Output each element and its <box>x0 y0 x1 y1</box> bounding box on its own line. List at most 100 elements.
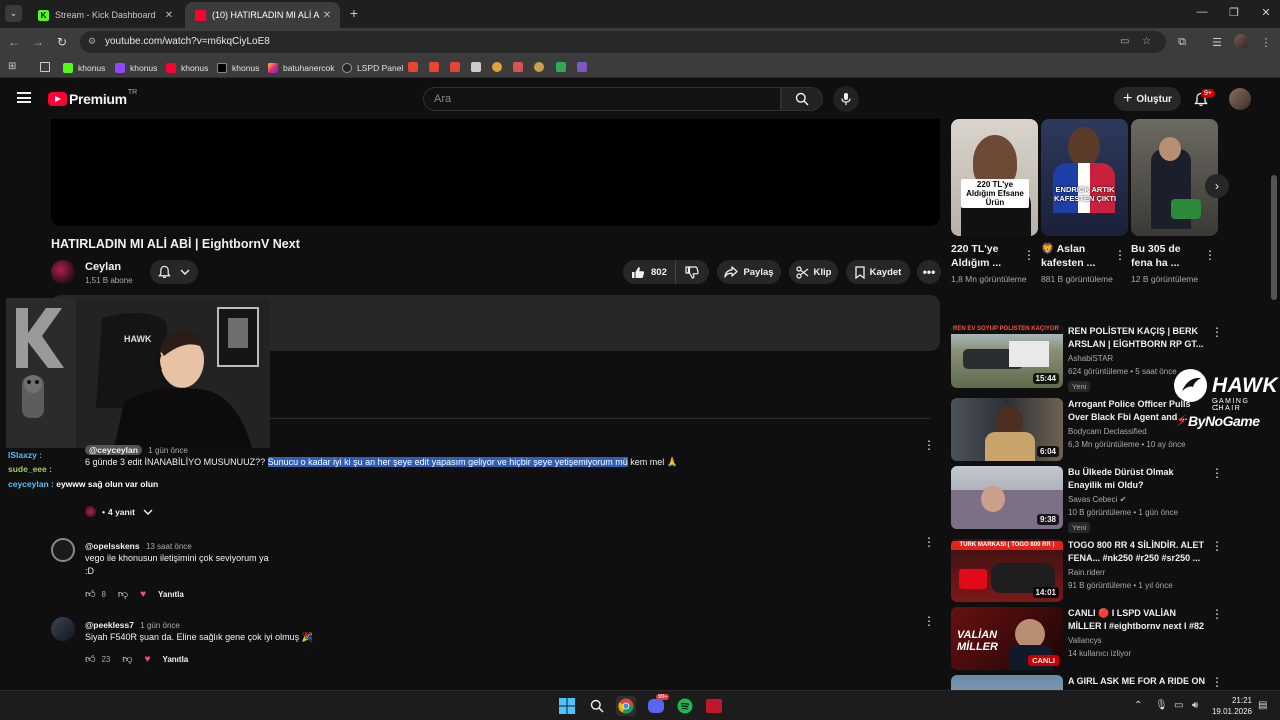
taskbar-search-button[interactable] <box>587 696 607 716</box>
commenter-avatar[interactable] <box>51 617 75 641</box>
video-thumbnail[interactable] <box>951 675 1063 690</box>
shorts-next-button[interactable]: › <box>1205 174 1229 198</box>
video-player[interactable] <box>51 119 940 226</box>
shorts-title[interactable]: Bu 305 de fena ha ... <box>1131 242 1203 270</box>
volume-icon[interactable]: 🔊︎ <box>1192 700 1198 711</box>
shorts-thumbnail[interactable] <box>1131 119 1218 236</box>
comment-like-button[interactable]: 👍︎ 23 <box>85 653 110 665</box>
share-button[interactable]: Paylaş <box>717 260 781 284</box>
video-channel[interactable]: Savas Cebeci ✔ <box>1068 494 1208 506</box>
system-clock[interactable]: 21:21 19.01.2026 <box>1208 695 1252 717</box>
video-thumbnail[interactable]: REN EV SOYUP POLİSTEN KAÇIYOR 15:44 <box>951 325 1063 388</box>
video-title[interactable]: A GIRL ASK ME FOR A RIDE ON <box>1068 675 1208 688</box>
document-icon[interactable] <box>471 62 481 72</box>
start-button[interactable] <box>557 696 577 716</box>
taskbar-chrome[interactable] <box>616 696 636 716</box>
page-scrollbar[interactable] <box>1271 175 1277 300</box>
taskbar-app[interactable] <box>704 696 724 716</box>
shorts-menu-icon[interactable]: ⋮ <box>1204 248 1216 262</box>
dislike-button[interactable] <box>676 265 709 279</box>
comment-menu-icon[interactable]: ⋮ <box>923 614 935 628</box>
bookmark-icon[interactable] <box>492 62 502 72</box>
reload-button[interactable]: ↻ <box>54 34 70 50</box>
shorts-thumbnail[interactable]: ENDRICK ARTIK KAFESTEN ÇIKTI <box>1041 119 1128 236</box>
tab-search-button[interactable]: ⌄ <box>5 5 22 22</box>
video-thumbnail[interactable]: VALİAN MİLLER CANLI <box>951 607 1063 670</box>
search-button[interactable] <box>781 87 823 111</box>
close-icon[interactable]: ✕ <box>320 8 334 22</box>
gmail-icon[interactable] <box>429 62 439 72</box>
more-actions-button[interactable]: ••• <box>917 260 941 284</box>
notification-center-icon[interactable]: ▤ <box>1258 700 1267 711</box>
bookmark-khonus-kick[interactable]: khonus <box>63 61 105 74</box>
microphone-icon[interactable]: 🎙︎ <box>1155 700 1168 711</box>
bookmark-khonus-twitch[interactable]: khonus <box>115 61 157 74</box>
comment-dislike-button[interactable]: 👎︎ <box>122 653 132 665</box>
commenter-avatar[interactable] <box>51 538 75 562</box>
recommended-video[interactable]: A GIRL ASK ME FOR A RIDE ON ⋮ <box>951 675 1221 690</box>
extensions-icon[interactable]: ⧉ <box>1175 35 1189 49</box>
bookmark-star-icon[interactable]: ☆ <box>1142 36 1154 48</box>
taskbar-spotify[interactable] <box>675 696 695 716</box>
comment-dislike-button[interactable]: 👎︎ <box>118 588 128 600</box>
reading-list-icon[interactable]: ☰ <box>1210 35 1224 49</box>
back-button[interactable]: ← <box>6 34 22 50</box>
reply-button[interactable]: Yanıtla <box>162 655 188 664</box>
close-icon[interactable]: ✕ <box>162 8 176 22</box>
youtube-premium-logo[interactable]: Premium TR <box>48 89 137 107</box>
save-button[interactable]: Kaydet <box>846 260 910 284</box>
address-bar[interactable]: ⚙ youtube.com/watch?v=m6kqCiyLoE8 ▭ ☆ <box>80 31 1166 53</box>
window-close-button[interactable]: ✕ <box>1256 6 1276 19</box>
browser-menu-icon[interactable]: ⋮ <box>1259 35 1273 49</box>
account-avatar[interactable] <box>1229 88 1251 110</box>
video-channel[interactable]: Rain.riderr <box>1068 567 1208 579</box>
comment-time[interactable]: 1 gün önce <box>140 621 180 630</box>
restore-button[interactable]: ❐ <box>1224 6 1244 19</box>
video-thumbnail[interactable]: TÜRK MARKASI ( TOGO 800 RR ) 14:01 <box>951 539 1063 602</box>
bookmark-khonus-youtube[interactable]: khonus <box>166 61 208 74</box>
video-title[interactable]: Bu Ülkede Dürüst Olmak Enayilik mi Oldu? <box>1068 466 1208 492</box>
shorts-menu-icon[interactable]: ⋮ <box>1023 248 1035 262</box>
video-thumbnail[interactable]: 9:38 <box>951 466 1063 529</box>
reply-button[interactable]: Yanıtla <box>158 590 184 599</box>
video-channel[interactable]: Valiancys <box>1068 635 1208 647</box>
menu-icon[interactable] <box>17 92 31 103</box>
comment-time[interactable]: 1 gün önce <box>148 446 188 455</box>
like-button[interactable]: 802 <box>623 260 676 284</box>
comment-handle[interactable]: @opelsskens <box>85 541 140 551</box>
replies-toggle[interactable]: • 4 yanıt <box>85 506 153 517</box>
bookmark-icon[interactable] <box>534 62 544 72</box>
recommended-video[interactable]: 6:04 Arrogant Police Officer Pulls Over … <box>951 398 1223 462</box>
tray-overflow-icon[interactable]: ⌃ <box>1134 700 1142 711</box>
forward-button[interactable]: → <box>30 34 46 50</box>
folder-icon[interactable] <box>40 62 50 72</box>
comment-handle[interactable]: @peekless7 <box>85 620 134 630</box>
recommended-video[interactable]: VALİAN MİLLER CANLI CANLI 🔴 I LSPD VALİA… <box>951 607 1223 671</box>
video-title[interactable]: REN POLİSTEN KAÇIŞ | BERK ARSLAN | EİGHT… <box>1068 325 1208 351</box>
taskbar-discord[interactable]: 99+ <box>646 694 670 716</box>
channel-name[interactable]: Ceylan <box>85 261 121 273</box>
comment-menu-icon[interactable]: ⋮ <box>923 535 935 549</box>
clip-button[interactable]: Klip <box>789 260 838 284</box>
site-info-icon[interactable]: ⚙ <box>88 36 100 48</box>
channel-avatar[interactable] <box>51 260 75 284</box>
browser-tab-youtube[interactable]: (10) HATIRLADIN MI ALİ ABİ | E ✕ <box>185 2 340 28</box>
browser-profile-avatar[interactable] <box>1234 34 1249 49</box>
video-menu-icon[interactable]: ⋮ <box>1211 466 1223 480</box>
comment-like-button[interactable]: 👍︎ 8 <box>85 588 106 600</box>
shorts-thumbnail[interactable]: 220 TL'ye Aldığım Efsane Ürün <box>951 119 1038 236</box>
display-icon[interactable]: ▭ <box>1174 700 1183 711</box>
shorts-menu-icon[interactable]: ⋮ <box>1114 248 1126 262</box>
video-title[interactable]: TOGO 800 RR 4 SİLİNDİR. ALET FENA... #nk… <box>1068 539 1208 565</box>
search-input[interactable] <box>434 93 764 105</box>
gmail-icon[interactable] <box>450 62 460 72</box>
create-button[interactable]: + Oluştur <box>1114 87 1181 111</box>
bookmark-khonus-x[interactable]: khonus <box>217 61 259 74</box>
browser-tab-kick[interactable]: K Stream - Kick Dashboard ✕ <box>28 2 182 28</box>
comment-menu-icon[interactable]: ⋮ <box>923 438 935 452</box>
comment-time[interactable]: 13 saat önce <box>146 542 192 551</box>
bookmark-batuhanercok[interactable]: batuhanercok <box>268 61 335 74</box>
video-menu-icon[interactable]: ⋮ <box>1211 675 1221 689</box>
video-menu-icon[interactable]: ⋮ <box>1211 539 1223 553</box>
video-menu-icon[interactable]: ⋮ <box>1211 607 1223 621</box>
